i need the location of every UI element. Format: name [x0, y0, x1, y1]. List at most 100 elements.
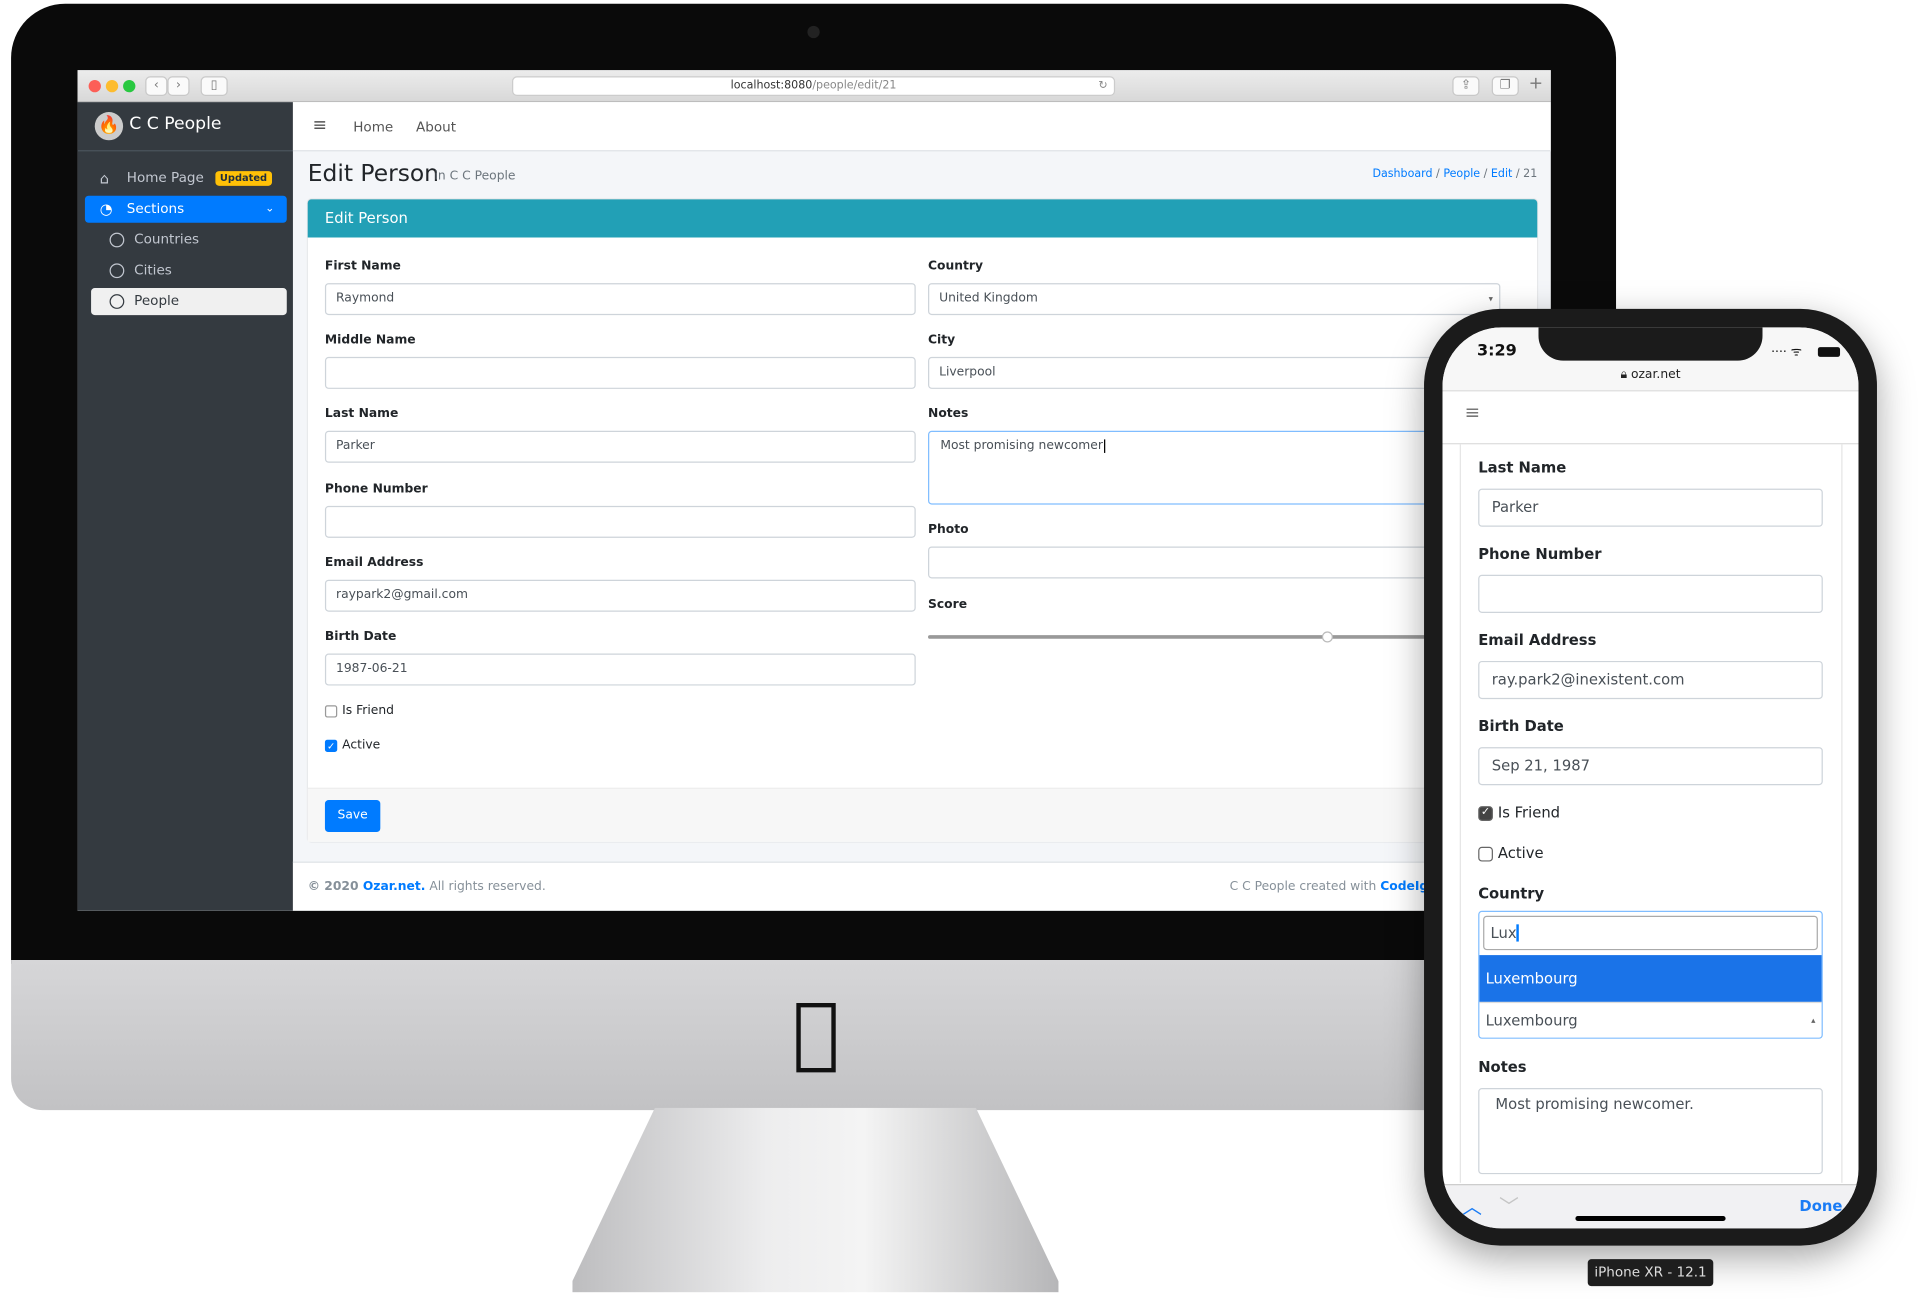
score-label: Score — [928, 598, 968, 612]
mobile-notes-textarea[interactable]: Most promising newcomer. — [1478, 1088, 1823, 1175]
mobile-email-label: Email Address — [1478, 631, 1597, 649]
mobile-last-name-input[interactable]: Parker — [1478, 488, 1823, 527]
mobile-country-search-input[interactable]: Lux — [1483, 915, 1818, 951]
circle-icon — [109, 232, 125, 248]
browser-toolbar: ‹ › ▯ localhost:8080/people/edit/21 ↻ ⇪ ❐… — [77, 70, 1551, 103]
tabs-icon[interactable]: ❐ — [1491, 76, 1519, 97]
previous-field-chevron-up-icon[interactable]: ︿ — [1462, 1190, 1482, 1220]
reload-icon[interactable]: ↻ — [1098, 78, 1107, 95]
nav-link-about[interactable]: About — [416, 119, 456, 135]
mobile-birth-date-label: Birth Date — [1478, 717, 1564, 735]
photo-label: Photo — [928, 523, 969, 537]
mobile-country-option[interactable]: Luxembourg — [1479, 955, 1822, 1002]
iphone-frame: 3:29 ···· ᯤ 🔒︎ ozar.net ≡ Last Name Park… — [1424, 308, 1877, 1246]
address-bar[interactable]: localhost:8080/people/edit/21 ↻ — [512, 76, 1116, 97]
safari-url[interactable]: 🔒︎ ozar.net — [1442, 368, 1858, 382]
sidebar: 🔥 C C People ⌂ Home Page Updated ◔ Sections… — [77, 102, 293, 911]
keyboard-accessory-bar: ︿ ﹀ Done — [1442, 1184, 1859, 1229]
mobile-email-input[interactable]: ray.park2@inexistent.com — [1478, 660, 1823, 700]
mobile-birth-date-input[interactable]: Sep 21, 1987 — [1478, 747, 1823, 786]
select-caret-up-icon: ▴ — [1811, 1015, 1816, 1026]
back-button[interactable]: ‹ — [145, 76, 168, 97]
active-checkbox[interactable]: ✓ — [324, 739, 338, 753]
mobile-active-checkbox[interactable] — [1478, 846, 1493, 862]
phone-input[interactable] — [324, 505, 916, 538]
notch — [1538, 327, 1763, 361]
email-input[interactable]: raypark2@gmail.com — [324, 579, 916, 612]
mobile-country-select[interactable]: Luxembourg ▴ — [1479, 1001, 1822, 1038]
sidebar-item-cities[interactable]: Cities — [85, 257, 287, 284]
minimize-window-button[interactable] — [105, 80, 119, 93]
mobile-last-name-label: Last Name — [1478, 459, 1567, 477]
hamburger-menu-icon[interactable]: ≡ — [313, 116, 327, 136]
email-label: Email Address — [324, 556, 424, 570]
country-label: Country — [928, 259, 984, 274]
close-window-button[interactable] — [88, 80, 101, 93]
device-label: iPhone XR - 12.1 — [1587, 1259, 1714, 1287]
chevron-down-icon: ⌄ — [265, 203, 275, 216]
forward-button[interactable]: › — [167, 76, 190, 97]
is-friend-checkbox[interactable] — [324, 705, 338, 718]
ozar-link[interactable]: Ozar.net. — [363, 880, 426, 894]
sidebar-item-home-page[interactable]: ⌂ Home Page Updated — [85, 165, 287, 192]
sidebar-item-countries[interactable]: Countries — [85, 226, 287, 253]
photo-input[interactable] — [928, 546, 1501, 579]
mobile-phone-label: Phone Number — [1478, 545, 1602, 563]
done-button[interactable]: Done — [1799, 1198, 1842, 1215]
nav-link-home[interactable]: Home — [353, 119, 393, 135]
page-title: Edit Person — [307, 160, 440, 188]
apple-logo-icon:  — [782, 991, 851, 1075]
first-name-input[interactable]: Raymond — [324, 283, 916, 316]
middle-name-label: Middle Name — [324, 333, 416, 348]
circle-icon — [109, 263, 125, 279]
share-icon[interactable]: ⇪ — [1452, 76, 1480, 97]
circle-icon — [109, 294, 125, 309]
mobile-active-label: Active — [1497, 844, 1544, 862]
last-name-input[interactable]: Parker — [324, 430, 916, 463]
flame-logo-icon: 🔥 — [94, 112, 124, 141]
brand[interactable]: 🔥 C C People — [77, 102, 293, 152]
card-title: Edit Person — [307, 199, 1538, 238]
save-button[interactable]: Save — [324, 800, 381, 833]
mobile-is-friend-checkbox[interactable]: ✓ — [1478, 806, 1493, 821]
city-select[interactable]: Liverpool — [928, 356, 1501, 389]
page-subtitle: in C C People — [434, 169, 516, 184]
notes-textarea[interactable]: Most promising newcomer — [928, 430, 1501, 505]
sidebar-item-sections[interactable]: ◔ Sections ⌄ — [84, 195, 287, 223]
lock-icon: 🔒︎ — [1620, 368, 1628, 382]
score-slider-thumb[interactable] — [1321, 631, 1333, 643]
breadcrumb-dashboard[interactable]: Dashboard — [1372, 169, 1432, 181]
last-name-label: Last Name — [324, 407, 399, 421]
sidebar-item-people[interactable]: People — [91, 288, 287, 316]
country-select[interactable]: United Kingdom ▾ — [928, 283, 1501, 316]
hamburger-menu-icon[interactable]: ≡ — [1465, 401, 1480, 423]
home-indicator — [1575, 1216, 1726, 1221]
active-label: Active — [342, 738, 381, 753]
iphone-screen: 3:29 ···· ᯤ 🔒︎ ozar.net ≡ Last Name Park… — [1442, 327, 1859, 1229]
is-friend-label: Is Friend — [342, 704, 394, 718]
breadcrumb-edit[interactable]: Edit — [1491, 169, 1512, 181]
score-slider[interactable] — [928, 631, 1433, 643]
breadcrumb: Dashboard / People / Edit / 21 — [1372, 168, 1538, 181]
birth-date-label: Birth Date — [324, 630, 397, 644]
page-footer: © 2020 Ozar.net. All rights reserved. C … — [292, 861, 1551, 911]
city-label: City — [928, 333, 956, 348]
mobile-notes-label: Notes — [1478, 1058, 1527, 1076]
tachometer-icon: ◔ — [99, 200, 113, 218]
browser-window: ‹ › ▯ localhost:8080/people/edit/21 ↻ ⇪ ❐… — [77, 70, 1551, 911]
mobile-is-friend-label: Is Friend — [1497, 803, 1561, 821]
breadcrumb-people[interactable]: People — [1443, 169, 1480, 181]
new-tab-button[interactable]: + — [1529, 74, 1543, 94]
breadcrumb-current: 21 — [1523, 168, 1538, 181]
maximize-window-button[interactable] — [123, 80, 136, 93]
middle-name-input[interactable] — [324, 356, 916, 389]
imac-stand — [572, 1107, 1059, 1293]
next-field-chevron-down-icon[interactable]: ﹀ — [1499, 1190, 1519, 1220]
top-navbar: ≡ Home About — [292, 102, 1551, 152]
updated-badge: Updated — [214, 171, 273, 186]
birth-date-input[interactable]: 1987-06-21 — [324, 653, 916, 686]
sidebar-toggle-icon[interactable]: ▯ — [200, 76, 228, 97]
mobile-country-dropdown: Lux Luxembourg Luxembourg ▴ — [1478, 910, 1823, 1039]
edit-person-card: Edit Person First Name Raymond Middle Na… — [307, 199, 1538, 842]
mobile-phone-input[interactable] — [1478, 574, 1823, 613]
